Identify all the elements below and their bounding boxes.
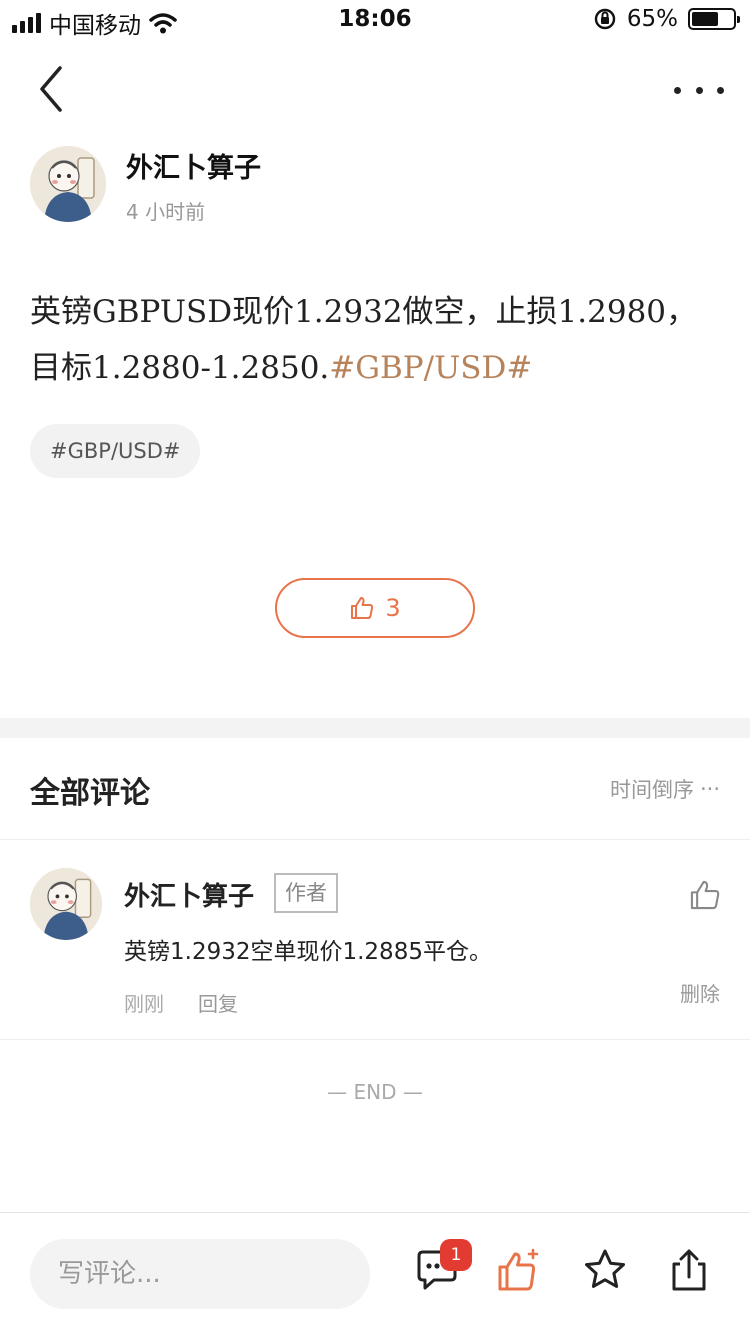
comment-time: 刚刚 xyxy=(124,992,164,1016)
comment-text: 英镑1.2932空单现价1.2885平仓。 xyxy=(124,939,492,965)
post-time: 4 小时前 xyxy=(126,200,206,224)
comment-author[interactable]: 外汇卜算子 xyxy=(124,876,254,913)
avatar-illustration xyxy=(30,868,102,940)
thumbs-up-plus-icon xyxy=(498,1248,539,1291)
back-button[interactable] xyxy=(26,64,76,114)
author-name[interactable]: 外汇卜算子 xyxy=(126,146,261,185)
nav-bar xyxy=(0,50,750,130)
delete-button[interactable]: 删除 xyxy=(680,978,720,1007)
share-icon xyxy=(672,1249,706,1291)
thumbs-up-icon xyxy=(351,597,374,619)
status-right: 65% xyxy=(593,6,740,32)
post-author: 外汇卜算子 4 小时前 xyxy=(30,146,720,226)
rotation-lock-icon xyxy=(594,8,616,30)
avatar[interactable] xyxy=(30,146,106,222)
sort-more-icon: ··· xyxy=(699,777,720,801)
more-button[interactable] xyxy=(674,72,724,108)
post-body: 英镑GBPUSD现价1.2932做空，止损1.2980，目标1.2880-1.2… xyxy=(30,284,720,396)
like-toolbar-button[interactable] xyxy=(496,1247,542,1293)
chevron-left-icon xyxy=(40,66,62,112)
battery-percent: 65% xyxy=(626,6,678,32)
comment-avatar[interactable] xyxy=(30,868,102,940)
comments-title: 全部评论 xyxy=(30,776,150,811)
comments-header: 全部评论 时间倒序 ··· xyxy=(0,738,750,840)
author-badge: 作者 xyxy=(274,873,338,913)
share-button[interactable] xyxy=(666,1247,712,1293)
battery-level xyxy=(692,12,718,26)
thumbs-up-icon xyxy=(690,880,720,910)
reply-button[interactable]: 回复 xyxy=(198,988,238,1017)
sort-label: 时间倒序 xyxy=(609,778,694,802)
end-marker: — END — xyxy=(327,1080,423,1104)
battery-icon xyxy=(688,8,740,30)
comment-like-button[interactable] xyxy=(688,878,722,912)
comment-item: 外汇卜算子 作者 英镑1.2932空单现价1.2885平仓。 刚刚 回复 删除 xyxy=(0,840,750,1040)
favorite-button[interactable] xyxy=(582,1247,628,1293)
topic-tag-chip[interactable]: #GBP/USD# xyxy=(30,424,201,478)
bottom-bar: 写评论... 1 xyxy=(0,1212,750,1334)
status-bar: 中国移动 18:06 65% xyxy=(0,0,750,40)
avatar-illustration xyxy=(30,146,106,222)
more-dots-icon xyxy=(674,86,681,94)
post-inline-tag[interactable]: #GBP/USD# xyxy=(329,350,532,386)
comment-count-badge: 1 xyxy=(440,1239,472,1271)
star-icon xyxy=(585,1249,625,1288)
like-count: 3 xyxy=(385,594,401,622)
section-divider xyxy=(0,718,750,738)
like-button[interactable]: 3 xyxy=(275,578,475,638)
sort-button[interactable]: 时间倒序 ··· xyxy=(610,774,720,804)
comment-input[interactable]: 写评论... xyxy=(30,1239,370,1309)
